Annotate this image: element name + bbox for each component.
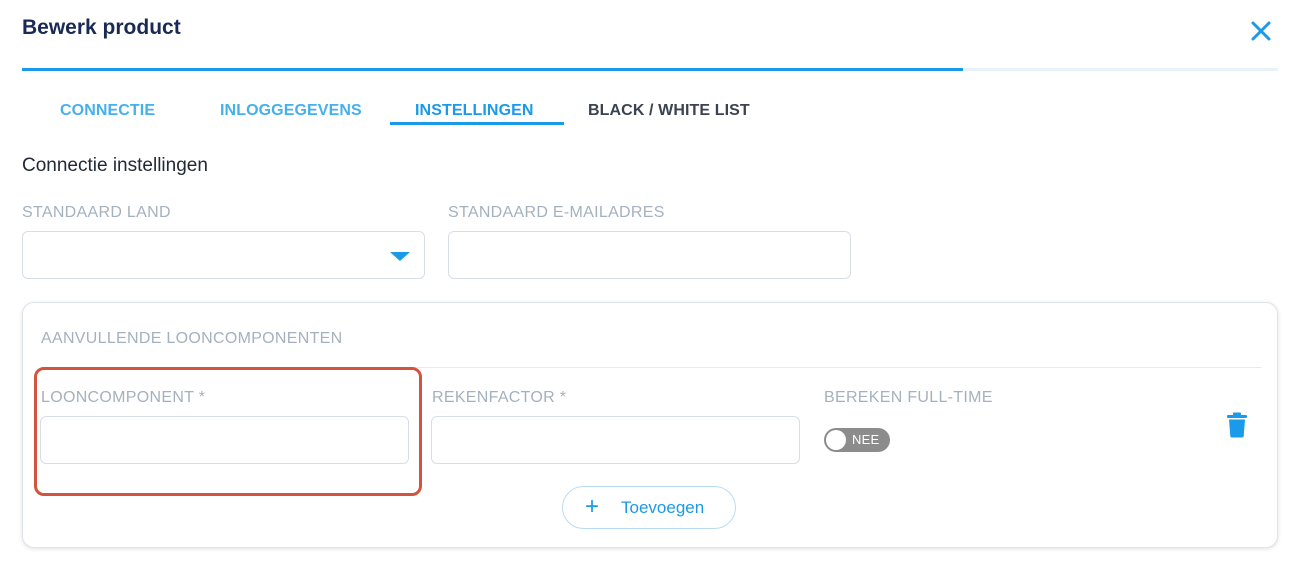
bereken-fulltime-label: BEREKEN FULL-TIME: [824, 389, 993, 406]
trash-icon[interactable]: [1226, 412, 1248, 438]
tab-instellingen[interactable]: INSTELLINGEN: [415, 102, 534, 120]
rekenfactor-label: REKENFACTOR *: [432, 389, 567, 406]
section-title: Connectie instellingen: [22, 155, 208, 176]
tab-black-white-list[interactable]: BLACK / WHITE LIST: [588, 102, 750, 120]
looncomponent-field[interactable]: [41, 417, 408, 463]
rekenfactor-field-wrapper: [431, 416, 800, 464]
progress-bar: [22, 68, 1278, 71]
bereken-fulltime-toggle[interactable]: NEE: [824, 428, 890, 452]
rekenfactor-field[interactable]: [432, 417, 799, 463]
standaard-land-select[interactable]: [22, 231, 425, 279]
active-tab-indicator: [390, 122, 564, 125]
close-icon[interactable]: [1246, 16, 1276, 46]
looncomponent-field-wrapper: [40, 416, 409, 464]
tab-connectie[interactable]: CONNECTIE: [60, 102, 155, 120]
progress-fill: [22, 68, 963, 71]
toggle-text: NEE: [852, 432, 880, 447]
card-divider: [41, 367, 1261, 368]
chevron-down-icon: [390, 252, 410, 261]
standaard-email-field[interactable]: [449, 232, 850, 278]
toggle-knob: [826, 430, 846, 450]
looncomponent-label: LOONCOMPONENT *: [41, 389, 206, 406]
tab-inloggegevens[interactable]: INLOGGEGEVENS: [220, 102, 362, 120]
standaard-email-label: STANDAARD E-MAILADRES: [448, 204, 665, 221]
page-title: Bewerk product: [22, 16, 181, 39]
standaard-email-field-wrapper: [448, 231, 851, 279]
standaard-land-label: STANDAARD LAND: [22, 204, 171, 221]
add-button[interactable]: + Toevoegen: [562, 486, 736, 529]
plus-icon: +: [585, 493, 600, 520]
card-title: AANVULLENDE LOONCOMPONENTEN: [41, 330, 343, 347]
add-button-label: Toevoegen: [621, 498, 705, 517]
